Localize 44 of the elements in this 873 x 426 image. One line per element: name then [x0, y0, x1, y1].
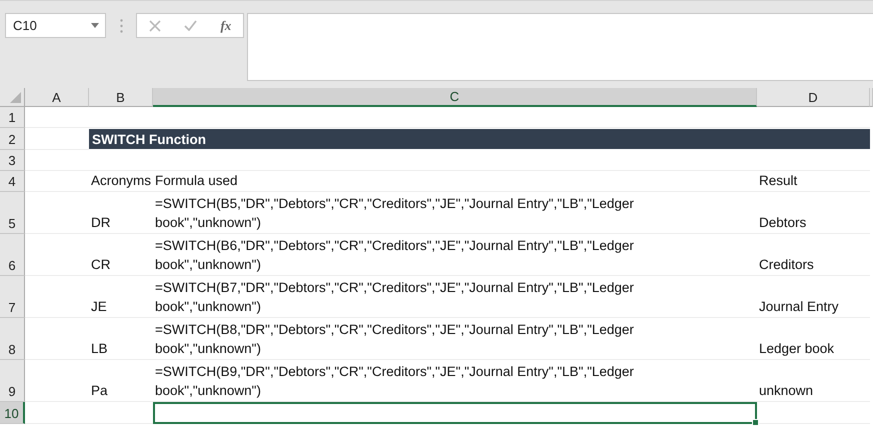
- check-icon[interactable]: [184, 20, 198, 31]
- column-header[interactable]: A: [25, 88, 89, 107]
- row-header[interactable]: 8: [0, 318, 25, 360]
- table-cell: Ledger book: [757, 318, 870, 360]
- table-cell: Result: [757, 171, 870, 192]
- row-header[interactable]: 2: [0, 128, 25, 150]
- row-header[interactable]: 5: [0, 192, 25, 234]
- table-cell: Debtors: [757, 192, 870, 234]
- title-banner: SWITCH Function: [89, 129, 870, 149]
- row-header[interactable]: 9: [0, 360, 25, 402]
- column-header[interactable]: B: [89, 88, 153, 107]
- table-cell: =SWITCH(B5,"DR","Debtors","CR","Creditors","JE","Journal Entry","LB","Ledger book","unknown"): [153, 192, 757, 234]
- table-cell: Acronyms: [89, 171, 153, 192]
- row-header[interactable]: 4: [0, 171, 25, 192]
- column-header[interactable]: D: [757, 88, 870, 107]
- column-header[interactable]: C: [153, 88, 757, 107]
- active-cell[interactable]: [153, 402, 757, 424]
- insert-function-button[interactable]: fx: [220, 18, 232, 34]
- cell-reference: C10: [13, 18, 37, 33]
- table-cell: Formula used: [153, 171, 757, 192]
- caret-icon[interactable]: [91, 23, 99, 28]
- table-cell: unknown: [757, 360, 870, 402]
- row-header[interactable]: 6: [0, 234, 25, 276]
- table-cell: Pa: [89, 360, 153, 402]
- table-cell: DR: [89, 192, 153, 234]
- row-header[interactable]: 1: [0, 107, 25, 128]
- select-all-icon[interactable]: [10, 92, 21, 103]
- cancel-icon[interactable]: [148, 20, 161, 32]
- table-cell: Creditors: [757, 234, 870, 276]
- table-cell: CR: [89, 234, 153, 276]
- row-header[interactable]: 10: [0, 402, 25, 424]
- formula-input-field[interactable]: [247, 13, 873, 81]
- table-cell: Journal Entry: [757, 276, 870, 318]
- row-header[interactable]: 7: [0, 276, 25, 318]
- table-cell: LB: [89, 318, 153, 360]
- table-cell: =SWITCH(B8,"DR","Debtors","CR","Creditors","JE","Journal Entry","LB","Ledger book","unknown"): [153, 318, 757, 360]
- fill-handle[interactable]: [752, 419, 759, 426]
- table-cell: =SWITCH(B9,"DR","Debtors","CR","Creditors","JE","Journal Entry","LB","Ledger book","unknown"): [153, 360, 757, 402]
- name-box[interactable]: C10: [5, 13, 106, 38]
- table-cell: JE: [89, 276, 153, 318]
- row-header[interactable]: 3: [0, 150, 25, 171]
- grip-icon: [120, 19, 123, 33]
- table-cell: =SWITCH(B6,"DR","Debtors","CR","Creditors","JE","Journal Entry","LB","Ledger book","unknown"): [153, 234, 757, 276]
- table-cell: =SWITCH(B7,"DR","Debtors","CR","Creditors","JE","Journal Entry","LB","Ledger book","unknown"): [153, 276, 757, 318]
